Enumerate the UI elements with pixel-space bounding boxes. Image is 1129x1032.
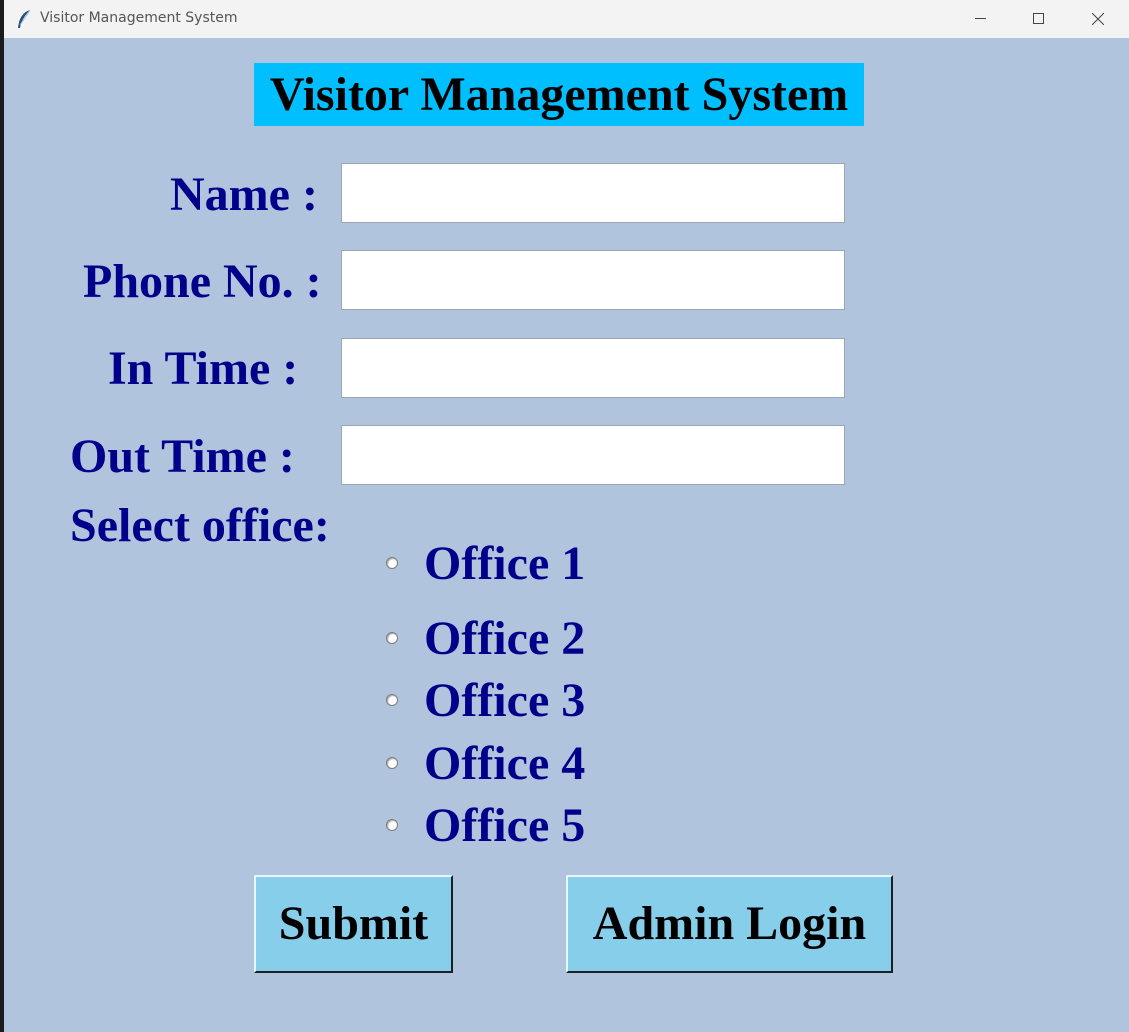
in-time-input[interactable] (341, 338, 845, 398)
admin-login-button[interactable]: Admin Login (566, 875, 893, 973)
phone-label: Phone No. : (83, 255, 322, 308)
out-time-input[interactable] (341, 425, 845, 485)
office-1-radio[interactable] (386, 557, 398, 569)
name-input[interactable] (341, 163, 845, 223)
window-title: Visitor Management System (40, 10, 238, 26)
office-3-label[interactable]: Office 3 (424, 673, 585, 729)
feather-icon (16, 9, 32, 29)
office-5-label[interactable]: Office 5 (424, 798, 585, 854)
app-heading: Visitor Management System (254, 63, 864, 126)
office-2-radio[interactable] (386, 632, 398, 644)
office-2-label[interactable]: Office 2 (424, 611, 585, 667)
office-4-label[interactable]: Office 4 (424, 736, 585, 792)
office-3-radio[interactable] (386, 694, 398, 706)
phone-input[interactable] (341, 250, 845, 310)
title-bar[interactable]: Visitor Management System (4, 0, 1129, 38)
name-label: Name : (170, 168, 318, 221)
minimize-icon (975, 18, 986, 19)
out-time-label: Out Time : (70, 430, 295, 483)
submit-button[interactable]: Submit (254, 875, 453, 973)
minimize-button[interactable] (953, 0, 1011, 38)
close-icon (1092, 13, 1104, 25)
close-button[interactable] (1070, 0, 1128, 38)
in-time-label: In Time : (108, 342, 299, 395)
office-1-label[interactable]: Office 1 (424, 536, 585, 592)
maximize-icon (1033, 13, 1044, 24)
maximize-button[interactable] (1011, 0, 1069, 38)
office-4-radio[interactable] (386, 757, 398, 769)
app-window: Visitor Management System Visitor Manage… (4, 0, 1129, 1032)
select-office-label: Select office: (70, 499, 330, 552)
office-5-radio[interactable] (386, 819, 398, 831)
